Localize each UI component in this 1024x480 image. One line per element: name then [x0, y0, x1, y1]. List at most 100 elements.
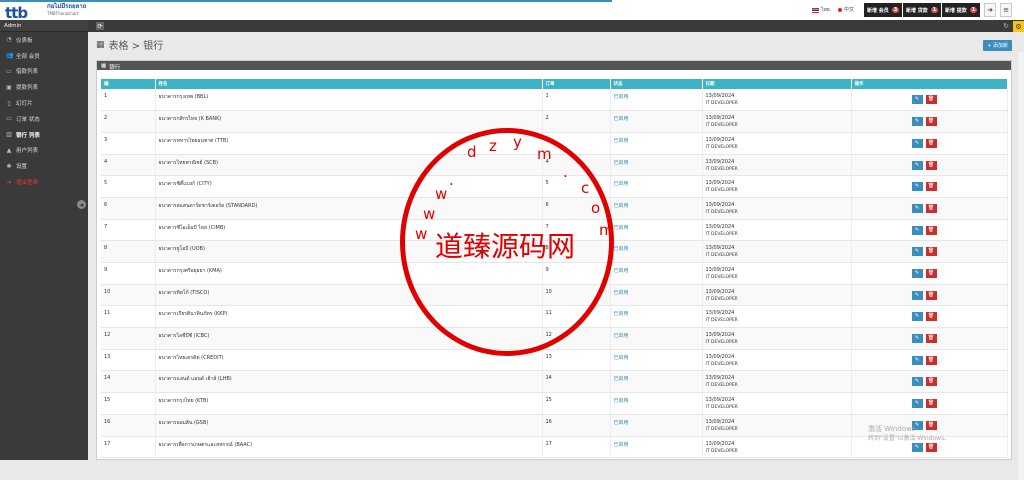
edit-icon[interactable]: ✎ [911, 247, 923, 257]
column-header[interactable]: 编 [101, 79, 156, 89]
reload-icon[interactable]: ⟳ [96, 22, 104, 30]
cell-id: 13 [101, 349, 156, 372]
sidebar-item-2[interactable]: ▭ 借款列表 [0, 64, 88, 80]
cell-status[interactable]: 已启用 [610, 284, 703, 307]
cell-id: 15 [101, 392, 156, 415]
cell-status[interactable]: 已启用 [610, 370, 703, 394]
edit-icon[interactable]: ✎ [911, 138, 923, 148]
delete-icon[interactable]: 🗑 [925, 269, 937, 278]
delete-icon[interactable]: 🗑 [925, 312, 937, 322]
collapse-sidebar-icon[interactable]: ◂ [77, 200, 86, 209]
column-header[interactable]: 订单 [542, 79, 611, 89]
delete-icon[interactable]: 🗑 [925, 225, 937, 235]
column-header[interactable]: 操作 [851, 79, 1008, 89]
delete-icon[interactable]: 🗑 [925, 160, 937, 170]
edit-icon[interactable]: ✎ [911, 399, 923, 409]
lang-thai[interactable]: ไทย [812, 6, 830, 14]
column-header[interactable]: 状态 [610, 79, 703, 89]
cell-status[interactable]: 已启用 [610, 414, 703, 437]
cell-status[interactable]: 已启用 [610, 327, 703, 350]
delete-icon[interactable]: 🗑 [925, 377, 937, 387]
cell-name: ธนาคารซิตี้แบงก์ (CITY) [155, 175, 543, 198]
cell-date: 13/09/2024 IT DEVELOPER [702, 219, 852, 242]
brand-line1: ก่อไม่มีรถยลาถ [47, 3, 87, 10]
delete-icon[interactable]: 🗑 [925, 117, 937, 127]
cell-status[interactable]: 已启用 [610, 110, 703, 133]
cell-status[interactable]: 已启用 [610, 240, 703, 263]
sidebar-item-3[interactable]: ▣ 提款列表 [0, 79, 88, 95]
cell-status[interactable]: 已启用 [610, 132, 703, 155]
sidebar-item-0[interactable]: ◔ 仪表板 [0, 32, 88, 48]
delete-icon[interactable]: 🗑 [925, 355, 937, 365]
gear-icon[interactable]: ⚙ [1013, 21, 1024, 32]
bank-table: 编姓名 订单 状态 日期 操作 1 ธนาคารกรุงเทพ (BBL) 1 已启用 13/0… [101, 79, 1008, 459]
lang-chinese[interactable]: 中文 [838, 6, 854, 13]
column-header[interactable]: 姓名 [155, 79, 543, 89]
ttb-logo-icon: ttb [5, 4, 28, 22]
new-loan-button[interactable]: 新增 贷款 1 [903, 3, 942, 17]
delete-icon[interactable]: 🗑 [925, 247, 937, 257]
count-badge: 1 [969, 7, 978, 13]
cell-status[interactable]: 已启用 [610, 197, 703, 220]
delete-icon[interactable]: 🗑 [925, 95, 937, 104]
cell-status[interactable]: 已启用 [610, 349, 703, 372]
date-text: 13/09/2024 [705, 201, 735, 208]
edit-icon[interactable]: ✎ [911, 377, 923, 387]
cell-actions: ✎ 🗑 [851, 284, 1008, 307]
cell-status[interactable]: 已启用 [610, 175, 703, 198]
sidebar-item-8[interactable]: ✱ 设置 [0, 158, 88, 174]
edit-icon[interactable]: ✎ [911, 117, 923, 127]
delete-icon[interactable]: 🗑 [925, 334, 937, 344]
date-text: 13/09/2024 [705, 180, 735, 187]
edit-icon[interactable]: ✎ [911, 355, 923, 365]
sidebar-item-7[interactable]: ▲ 用户列表 [0, 143, 88, 159]
delete-icon[interactable]: 🗑 [925, 399, 937, 409]
cell-status[interactable]: 已启用 [610, 436, 703, 459]
menu-icon[interactable]: ≡ [1000, 3, 1012, 17]
sidebar-item-4[interactable]: ▯ 幻灯片 [0, 95, 88, 111]
new-member-button[interactable]: 新增 会员 3 [864, 3, 903, 17]
cell-status[interactable]: 已启用 [610, 154, 703, 177]
sidebar-item-1[interactable]: 👥 全部 会员 [0, 48, 88, 64]
cell-id: 3 [101, 132, 156, 155]
bank-panel: ▦ 银行 编姓名 订单 状态 日期 操作 1 ธนาคารกรุงเทพ (BBL) 1 已启用… [96, 60, 1012, 460]
cell-status[interactable]: 已启用 [610, 392, 703, 415]
delete-icon[interactable]: 🗑 [925, 203, 937, 213]
delete-icon[interactable]: 🗑 [925, 138, 937, 148]
withdraw-list-icon: ▣ [6, 83, 12, 91]
logout-icon[interactable]: ➜ [984, 3, 996, 17]
cell-name: ธนาคารไอซีบีซี (ICBC) [155, 327, 543, 350]
edit-icon[interactable]: ✎ [911, 334, 923, 344]
cell-actions: ✎ 🗑 [851, 197, 1008, 220]
table-row: 6 ธนาคารสแตนดาร์ดชาร์เตอร์ด (STANDARD) 6 已启… [101, 197, 1008, 220]
cell-status[interactable]: 已启用 [610, 219, 703, 242]
table-row: 2 ธนาคารกสิกรไทย (K BANK) 2 已启用 13/09/2024 IT… [101, 110, 1008, 133]
cell-status[interactable]: 已启用 [610, 305, 703, 329]
edit-icon[interactable]: ✎ [911, 203, 923, 213]
created-by-text: IT DEVELOPER [705, 209, 738, 215]
edit-icon[interactable]: ✎ [911, 269, 923, 278]
delete-icon[interactable]: 🗑 [925, 290, 937, 300]
refresh-icon[interactable]: ↻ [1003, 22, 1009, 30]
new-withdraw-button[interactable]: 新增 提款 1 [942, 3, 981, 17]
edit-icon[interactable]: ✎ [911, 160, 923, 170]
edit-icon[interactable]: ✎ [911, 182, 923, 192]
sidebar-item-5[interactable]: ▭ 订单 状态 [0, 111, 88, 127]
edit-icon[interactable]: ✎ [911, 312, 923, 322]
add-new-button[interactable]: + 添加新 [983, 40, 1012, 51]
cell-status[interactable]: 已启用 [610, 89, 703, 112]
sidebar-item-9[interactable]: ➜ 退出登录 [0, 174, 88, 190]
delete-icon[interactable]: 🗑 [925, 182, 937, 192]
brand-logo[interactable]: ttb ก่อไม่มีรถยลาถ TMBThanachart [5, 1, 87, 22]
sidebar-item-6[interactable]: ▥ 银行 列表 [0, 127, 88, 143]
scrollbar[interactable] [1018, 52, 1024, 480]
edit-icon[interactable]: ✎ [911, 225, 923, 235]
column-header[interactable]: 日期 [702, 79, 852, 89]
table-row: 8 ธนาคารยูโอบี (UOB) 8 已启用 13/09/2024 IT DEVE… [101, 240, 1008, 263]
edit-icon[interactable]: ✎ [911, 95, 923, 104]
cell-order: 2 [542, 110, 611, 133]
edit-icon[interactable]: ✎ [911, 290, 923, 300]
cell-order: 13 [542, 349, 611, 372]
cell-name: ธนาคารไทยพาณิชย์ (SCB) [155, 154, 543, 177]
cell-status[interactable]: 已启用 [610, 262, 703, 285]
